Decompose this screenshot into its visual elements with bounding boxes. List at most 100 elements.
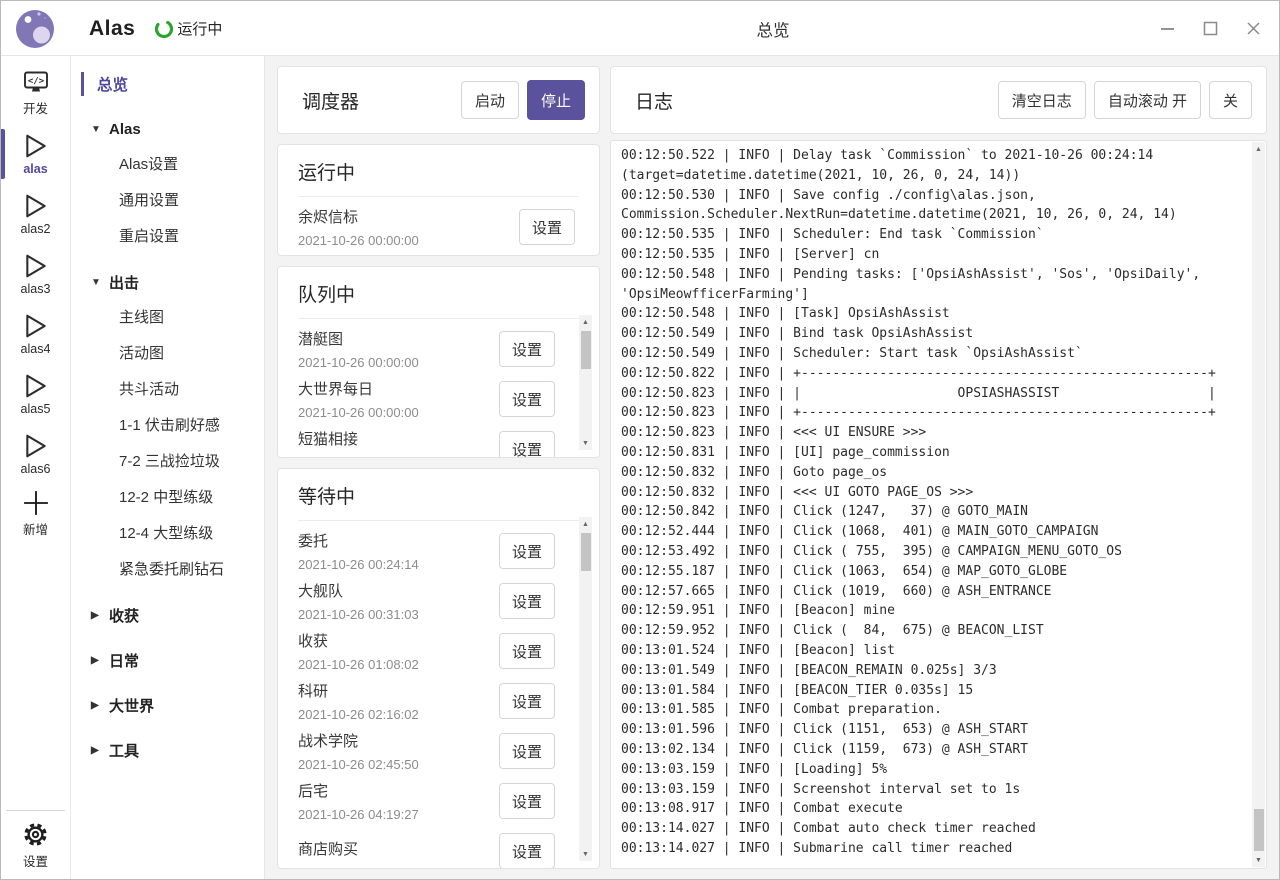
rail-item-label: 设置 (23, 851, 48, 870)
list-scrollbar[interactable]: ▲▼ (579, 517, 592, 861)
nav-child-1-0[interactable]: Alas设置 (71, 145, 264, 181)
nav-child-2-3[interactable]: 1-1 伏击刷好感 (71, 406, 264, 442)
plus-icon (23, 490, 49, 516)
app-window: Alas 运行中 总览 </>开发alasalas2alas3alas4alas… (0, 0, 1280, 880)
nav-item-0[interactable]: 总览 (71, 68, 264, 100)
chevron-down-icon: ▼ (91, 277, 109, 288)
rail-item-label: alas4 (21, 342, 51, 356)
nav-child-2-7[interactable]: 紧急委托刷钻石 (71, 550, 264, 586)
task-name: 委托 (298, 530, 419, 551)
nav-child-2-0[interactable]: 主线图 (71, 298, 264, 334)
log-line: 00:12:50.522 | INFO | Delay task `Commis… (621, 146, 1240, 166)
scroll-thumb[interactable] (1254, 809, 1264, 851)
scroll-down-icon[interactable]: ▼ (1255, 853, 1262, 867)
nav-group-5[interactable]: ▶大世界 (71, 689, 264, 721)
nav-child-2-5[interactable]: 12-2 中型练级 (71, 478, 264, 514)
task-name: 大世界每日 (298, 378, 419, 399)
start-button[interactable]: 启动 (461, 81, 519, 119)
task-settings-button[interactable]: 设置 (499, 733, 555, 769)
task-time: 2021-10-26 00:31:03 (298, 607, 419, 622)
list-scrollbar[interactable]: ▲▼ (579, 315, 592, 450)
task-settings-button[interactable]: 设置 (499, 683, 555, 719)
task-settings-button[interactable]: 设置 (499, 833, 555, 869)
task-settings-button[interactable]: 设置 (499, 381, 555, 417)
stop-button[interactable]: 停止 (527, 80, 585, 120)
nav-group-3[interactable]: ▶收获 (71, 599, 264, 631)
rail-item-add[interactable]: 新增 (1, 486, 70, 542)
nav-group-2[interactable]: ▼出击 (71, 266, 264, 298)
log-line: 00:13:03.159 | INFO | [Loading] 5% (621, 760, 1240, 780)
log-line: 00:13:03.159 | INFO | Screenshot interva… (621, 780, 1240, 800)
nav-group-6[interactable]: ▶工具 (71, 734, 264, 766)
task-settings-button[interactable]: 设置 (499, 633, 555, 669)
nav-child-1-1[interactable]: 通用设置 (71, 181, 264, 217)
log-line: 00:12:50.530 | INFO | Save config ./conf… (621, 186, 1240, 206)
task-settings-button[interactable]: 设置 (499, 331, 555, 367)
nav-menu: 总览 ▼AlasAlas设置通用设置重启设置 ▼出击主线图活动图共斗活动1-1 伏击… (71, 56, 265, 879)
task-list: 潜艇图2021-10-26 00:00:00设置大世界每日2021-10-26 … (278, 319, 599, 458)
scroll-down-icon[interactable]: ▼ (582, 436, 589, 450)
rail-item-alas5[interactable]: alas5 (1, 366, 70, 422)
nav-group-label: 收获 (109, 605, 139, 626)
nav-child-2-2[interactable]: 共斗活动 (71, 370, 264, 406)
nav-group-1[interactable]: ▼Alas (71, 113, 264, 145)
scroll-up-icon[interactable]: ▲ (582, 315, 589, 329)
log-line: 00:12:55.187 | INFO | Click (1063, 654) … (621, 562, 1240, 582)
nav-group-4[interactable]: ▶日常 (71, 644, 264, 676)
task-settings-button[interactable]: 设置 (519, 209, 575, 245)
task-time: 2021-10-26 04:19:27 (298, 807, 419, 822)
rail-item-alas3[interactable]: alas3 (1, 246, 70, 302)
log-line: 00:12:50.831 | INFO | [UI] page_commissi… (621, 443, 1240, 463)
minimize-icon[interactable] (1159, 21, 1175, 37)
section-2: 等待中委托2021-10-26 00:24:14设置大舰队2021-10-26 … (277, 468, 600, 869)
scroll-thumb[interactable] (581, 533, 591, 571)
play-icon (23, 253, 49, 279)
nav-child-2-6[interactable]: 12-4 大型练级 (71, 514, 264, 550)
scroll-up-icon[interactable]: ▲ (1255, 142, 1262, 156)
log-line: 00:12:50.832 | INFO | <<< UI GOTO PAGE_O… (621, 483, 1240, 503)
task-time: 2021-10-26 00:00:00 (298, 455, 419, 458)
rail-item-dev[interactable]: </>开发 (1, 66, 70, 122)
task-row: 大世界每日 2021-10-26 00:00:00 设置 (298, 374, 555, 424)
rail-item-alas6[interactable]: alas6 (1, 426, 70, 482)
log-line: 00:13:01.584 | INFO | [BEACON_TIER 0.035… (621, 681, 1240, 701)
log-scrollbar[interactable]: ▲ ▼ (1252, 142, 1265, 867)
task-settings-button[interactable]: 设置 (499, 583, 555, 619)
nav-child-1-2[interactable]: 重启设置 (71, 217, 264, 253)
log-output[interactable]: 00:12:50.522 | INFO | Delay task `Commis… (610, 140, 1267, 869)
rail-item-alas4[interactable]: alas4 (1, 306, 70, 362)
rail-item-alas[interactable]: alas (1, 126, 70, 182)
log-line: 00:13:14.027 | INFO | Combat auto check … (621, 819, 1240, 839)
nav-group-label: 工具 (109, 740, 139, 761)
task-settings-button[interactable]: 设置 (499, 431, 555, 458)
maximize-icon[interactable] (1202, 21, 1218, 37)
rail-item-alas2[interactable]: alas2 (1, 186, 70, 242)
autoscroll-on-button[interactable]: 自动滚动 开 (1094, 81, 1201, 119)
task-name: 潜艇图 (298, 328, 419, 349)
scroll-track[interactable] (579, 531, 592, 847)
scroll-track[interactable] (1252, 156, 1265, 853)
nav-child-2-4[interactable]: 7-2 三战捡垃圾 (71, 442, 264, 478)
nav-group-label: 日常 (109, 650, 139, 671)
close-icon[interactable] (1245, 21, 1261, 37)
autoscroll-off-button[interactable]: 关 (1209, 81, 1252, 119)
scheduler-column: 调度器 启动 停止 运行中余烬信标2021-10-26 00:00:00设置队列… (277, 66, 600, 869)
chevron-right-icon: ▶ (91, 745, 109, 756)
task-settings-button[interactable]: 设置 (499, 533, 555, 569)
task-name: 商店购买 (298, 838, 358, 859)
rail-item-label: alas2 (21, 222, 51, 236)
clear-log-button[interactable]: 清空日志 (998, 81, 1086, 119)
instance-rail: </>开发alas alas2 alas3 alas4 alas5alas6新增 设置 (1, 56, 71, 879)
log-line: 00:12:59.952 | INFO | Click ( 84, 675) @… (621, 621, 1240, 641)
task-time: 2021-10-26 00:00:00 (298, 405, 419, 420)
scroll-track[interactable] (579, 329, 592, 436)
scroll-up-icon[interactable]: ▲ (582, 517, 589, 531)
scroll-thumb[interactable] (581, 331, 591, 369)
task-settings-button[interactable]: 设置 (499, 783, 555, 819)
log-line: 00:12:50.832 | INFO | Goto page_os (621, 463, 1240, 483)
rail-item-settings[interactable]: 设置 (6, 817, 65, 873)
task-row: 潜艇图2021-10-26 00:00:00设置 (298, 324, 555, 374)
log-line: 00:12:50.822 | INFO | +-----------------… (621, 364, 1240, 384)
scroll-down-icon[interactable]: ▼ (582, 847, 589, 861)
nav-child-2-1[interactable]: 活动图 (71, 334, 264, 370)
